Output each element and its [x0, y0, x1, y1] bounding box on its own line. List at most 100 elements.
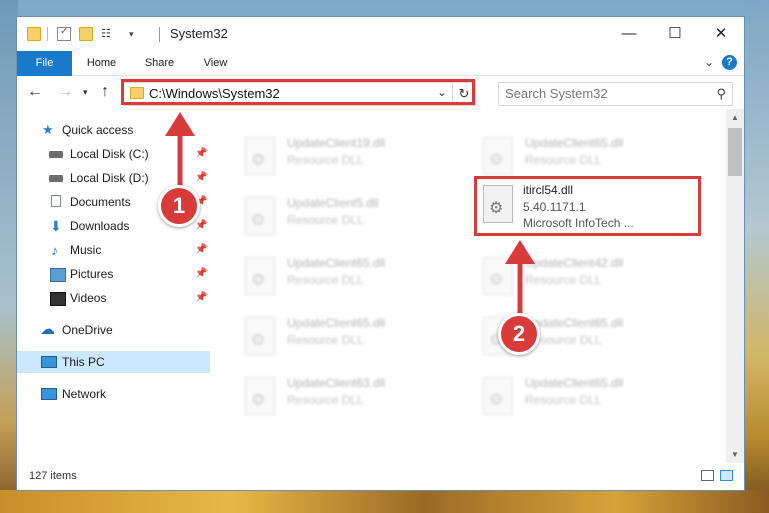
- properties-icon[interactable]: ✓: [57, 26, 71, 41]
- tab-view[interactable]: View: [193, 51, 238, 75]
- tab-share[interactable]: Share: [137, 51, 182, 75]
- dll-file-icon: [245, 137, 275, 175]
- ribbon-tabs: File Home Share View ⌄ ?: [17, 51, 744, 97]
- dll-file-icon: [245, 197, 275, 235]
- dll-file-icon: [245, 317, 275, 355]
- nav-label: Documents: [70, 195, 131, 209]
- drive-icon: [49, 151, 63, 158]
- nav-pictures[interactable]: Pictures 📌: [17, 263, 210, 285]
- item-count: 127 items: [29, 470, 77, 482]
- pin-icon: 📌: [195, 244, 208, 255]
- view-options-icon[interactable]: ☷: [101, 27, 115, 41]
- dll-file-icon: [245, 377, 275, 415]
- nav-network[interactable]: Network: [17, 383, 210, 405]
- help-icon[interactable]: ?: [722, 55, 737, 70]
- expand-ribbon-icon[interactable]: ⌄: [704, 55, 714, 69]
- nav-videos[interactable]: Videos 📌: [17, 287, 210, 309]
- dll-file-icon: [483, 377, 513, 415]
- target-file-item[interactable]: itircl54.dll 5.40.1171.1 Microsoft InfoT…: [479, 181, 699, 235]
- customize-toolbar-icon[interactable]: ▾: [129, 27, 143, 41]
- file-name: UpdateClient65.dll: [525, 136, 624, 150]
- scroll-down-icon[interactable]: ▼: [726, 446, 744, 463]
- nav-label: This PC: [62, 355, 105, 369]
- file-name: UpdateClient19.dll: [287, 136, 386, 150]
- large-icons-view-icon[interactable]: [720, 470, 733, 481]
- file-item[interactable]: UpdateClient65.dll Resource DLL: [475, 133, 695, 179]
- nav-label: Quick access: [62, 123, 134, 137]
- file-item[interactable]: UpdateClient19.dll Resource DLL: [237, 133, 457, 179]
- file-publisher: Microsoft InfoTech ...: [523, 216, 634, 230]
- nav-label: Pictures: [70, 267, 114, 281]
- search-input[interactable]: Search System32 ⚲: [498, 82, 733, 106]
- nav-label: Downloads: [70, 219, 130, 233]
- file-item[interactable]: UpdateClient63.dll Resource DLL: [237, 373, 457, 419]
- step-2-badge: 2: [498, 313, 540, 355]
- nav-label: Local Disk (C:): [70, 147, 149, 161]
- new-folder-icon[interactable]: [79, 27, 93, 41]
- file-name: UpdateClient65.dll: [525, 376, 624, 390]
- file-name: UpdateClient65.dll: [287, 256, 386, 270]
- folder-icon: [27, 27, 41, 41]
- pin-icon: 📌: [195, 268, 208, 279]
- search-icon[interactable]: ⚲: [716, 86, 726, 102]
- back-arrow-icon[interactable]: ←: [27, 83, 43, 101]
- dll-file-icon: [245, 257, 275, 295]
- file-type: Resource DLL: [287, 213, 364, 227]
- nav-music[interactable]: ♪ Music 📌: [17, 239, 210, 261]
- dll-file-icon: [483, 137, 513, 175]
- file-explorer-window: ✓ ☷ ▾ System32 — ☐ ✕ File Home Share Vie…: [17, 17, 744, 490]
- file-name: UpdateClient5.dll: [287, 196, 379, 210]
- file-type: Resource DLL: [287, 393, 364, 407]
- file-item[interactable]: UpdateClient65.dll Resource DLL: [237, 313, 457, 359]
- minimize-button[interactable]: —: [606, 17, 652, 51]
- address-highlight-box: [121, 79, 475, 105]
- file-item[interactable]: UpdateClient65.dll Resource DLL: [475, 373, 695, 419]
- document-icon: [51, 195, 61, 207]
- videos-icon: [50, 292, 66, 306]
- maximize-button[interactable]: ☐: [652, 17, 698, 51]
- file-list: UpdateClient19.dll Resource DLL UpdateCl…: [211, 109, 726, 463]
- close-button[interactable]: ✕: [698, 17, 744, 51]
- file-version: 5.40.1171.1: [523, 200, 586, 214]
- tab-home[interactable]: Home: [79, 51, 124, 75]
- nav-label: Music: [70, 243, 102, 257]
- pictures-icon: [50, 268, 66, 282]
- file-type: Resource DLL: [287, 273, 364, 287]
- file-name: UpdateClient65.dll: [287, 316, 386, 330]
- pin-icon: 📌: [195, 292, 208, 303]
- title-bar: ✓ ☷ ▾ System32 — ☐ ✕: [17, 17, 744, 51]
- vertical-scrollbar[interactable]: ▲ ▼: [726, 109, 744, 463]
- forward-arrow-icon[interactable]: →: [57, 83, 73, 101]
- nav-this-pc[interactable]: This PC: [17, 351, 210, 373]
- scroll-thumb[interactable]: [728, 128, 742, 176]
- nav-label: Network: [62, 387, 107, 401]
- file-item[interactable]: UpdateClient65.dll Resource DLL: [237, 253, 457, 299]
- computer-icon: [41, 356, 57, 368]
- recent-locations-icon[interactable]: ▾: [83, 87, 88, 98]
- file-type: Resource DLL: [525, 153, 602, 167]
- music-icon: ♪: [51, 242, 58, 258]
- star-icon: ★: [42, 122, 54, 137]
- network-icon: [41, 388, 57, 400]
- file-item[interactable]: UpdateClient5.dll Resource DLL: [237, 193, 457, 239]
- desktop-background-right: [745, 0, 769, 513]
- file-type: Resource DLL: [525, 393, 602, 407]
- scroll-up-icon[interactable]: ▲: [726, 109, 744, 126]
- file-name: itircl54.dll: [523, 183, 574, 197]
- drive-icon: [49, 175, 63, 182]
- desktop-background-left: [0, 0, 18, 513]
- nav-label: OneDrive: [62, 323, 113, 337]
- address-row: ← → ▾ ↑ C:\Windows\System32 ⌄ ↻ Search S…: [17, 76, 744, 109]
- title-separator: [159, 27, 160, 42]
- step-1-badge: 1: [158, 185, 200, 227]
- desktop-background-bottom: [0, 490, 769, 513]
- up-arrow-icon[interactable]: ↑: [101, 83, 109, 101]
- status-bar: 127 items: [17, 463, 744, 490]
- file-name: UpdateClient63.dll: [287, 376, 386, 390]
- details-view-icon[interactable]: [701, 470, 714, 481]
- target-file-highlight[interactable]: itircl54.dll 5.40.1171.1 Microsoft InfoT…: [474, 176, 701, 236]
- nav-onedrive[interactable]: ☁ OneDrive: [17, 319, 210, 341]
- nav-label: Local Disk (D:): [70, 171, 149, 185]
- search-placeholder: Search System32: [505, 86, 608, 101]
- pin-icon: 📌: [195, 220, 208, 231]
